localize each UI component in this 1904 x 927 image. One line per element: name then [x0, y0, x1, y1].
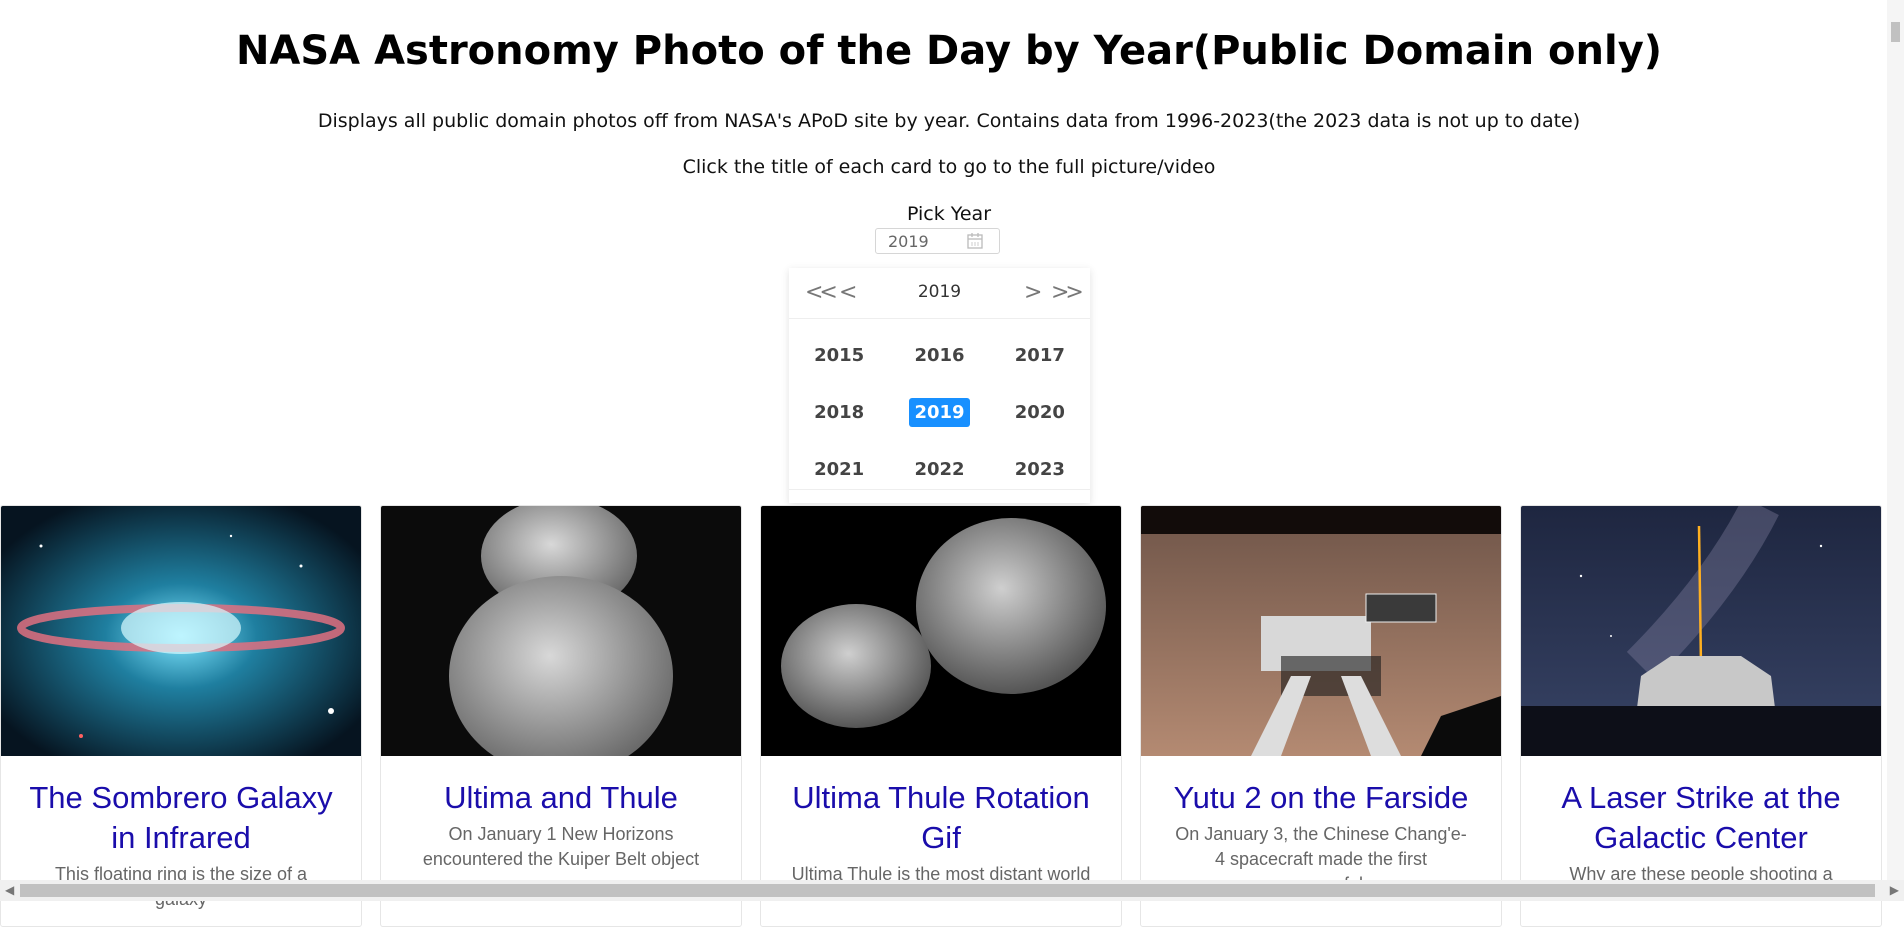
apod-card: Ultima Thule Rotation Gif Ultima Thule i…	[760, 505, 1122, 927]
scroll-right-icon[interactable]: ▶	[1890, 883, 1899, 897]
card-title-link[interactable]: Yutu 2 on the Farside	[1141, 778, 1501, 818]
next-decade-button[interactable]: >>	[1051, 280, 1084, 305]
card-image-sombrero	[1, 506, 361, 756]
card-image-yutu	[1141, 506, 1501, 756]
year-picker-header: << < 2019 > >>	[789, 268, 1090, 319]
year-input-value: 2019	[888, 232, 929, 251]
card-image-laser	[1521, 506, 1881, 756]
pick-year-label: Pick Year	[906, 203, 992, 225]
apod-card: A Laser Strike at the Galactic Center Wh…	[1520, 505, 1882, 927]
vertical-scrollbar[interactable]	[1887, 0, 1904, 880]
year-cell-selected[interactable]: 2019	[889, 384, 989, 441]
card-title-link[interactable]: The Sombrero Galaxy in Infrared	[1, 778, 361, 858]
horizontal-scroll-thumb[interactable]	[20, 884, 1875, 897]
next-year-button[interactable]: >	[1024, 280, 1043, 305]
year-cell[interactable]: 2020	[990, 384, 1090, 441]
year-cell[interactable]: 2018	[789, 384, 889, 441]
page-title: NASA Astronomy Photo of the Day by Year(…	[235, 28, 1663, 74]
calendar-icon[interactable]	[966, 232, 984, 254]
year-picker-title[interactable]: 2019	[789, 282, 1090, 302]
year-cell[interactable]: 2017	[990, 327, 1090, 384]
card-title-link[interactable]: Ultima and Thule	[381, 778, 741, 818]
apod-card: Ultima and Thule On January 1 New Horizo…	[380, 505, 742, 927]
apod-card: Yutu 2 on the Farside On January 3, the …	[1140, 505, 1502, 927]
page-instruction: Click the title of each card to go to th…	[682, 156, 1216, 178]
year-picker-dropdown: << < 2019 > >> 2015 2016 2017 2018 2019 …	[789, 268, 1090, 503]
scroll-left-icon[interactable]: ◀	[5, 883, 14, 897]
card-image-ultima-thule	[381, 506, 741, 756]
vertical-scroll-thumb[interactable]	[1891, 22, 1900, 42]
horizontal-scrollbar[interactable]: ◀ ▶	[0, 880, 1904, 901]
card-title-link[interactable]: A Laser Strike at the Galactic Center	[1521, 778, 1881, 858]
year-cell[interactable]: 2015	[789, 327, 889, 384]
card-title-link[interactable]: Ultima Thule Rotation Gif	[761, 778, 1121, 858]
year-picker-footer	[789, 489, 1090, 490]
apod-card: The Sombrero Galaxy in Infrared This flo…	[0, 505, 362, 927]
page-description: Displays all public domain photos off fr…	[317, 110, 1581, 132]
card-description: On January 1 New Horizons encountered th…	[422, 824, 700, 869]
year-cell[interactable]: 2016	[889, 327, 989, 384]
card-image-ultima-rotation	[761, 506, 1121, 756]
year-grid: 2015 2016 2017 2018 2019 2020 2021 2022 …	[789, 319, 1090, 498]
year-input[interactable]: 2019	[875, 228, 1000, 254]
